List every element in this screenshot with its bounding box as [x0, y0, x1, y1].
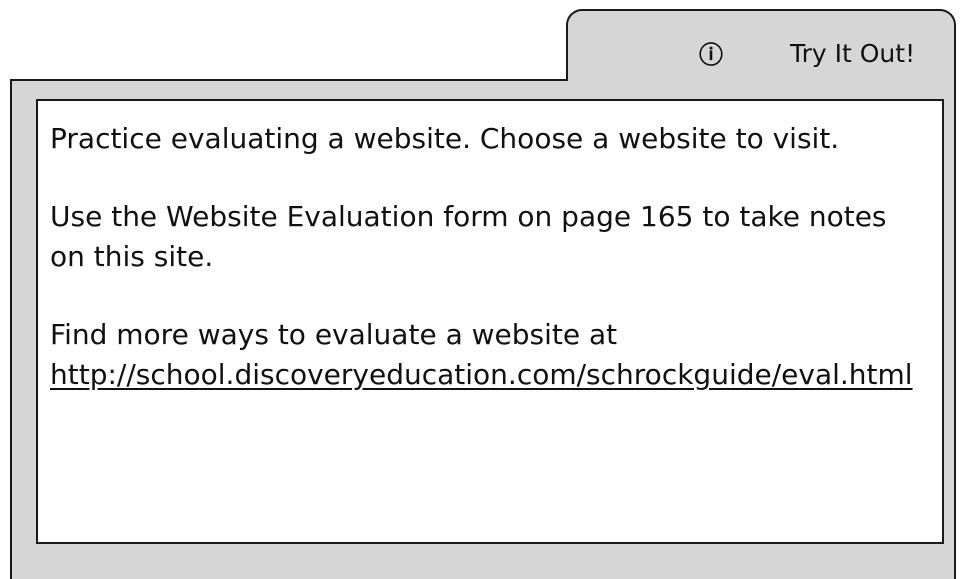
- instruction-paragraph-3: Find more ways to evaluate a website at …: [50, 315, 930, 395]
- instruction-paragraph-1: Practice evaluating a website. Choose a …: [50, 122, 840, 155]
- instructions-box: Practice evaluating a website. Choose a …: [36, 99, 944, 544]
- evaluation-link[interactable]: http://school.discoveryeducation.com/sch…: [50, 358, 913, 391]
- info-icon: ⓘ: [699, 41, 723, 69]
- tab-title: Try It Out!: [790, 39, 916, 68]
- tab-panel-join: [568, 76, 954, 84]
- instruction-paragraph-2: Use the Website Evaluation form on page …: [50, 200, 887, 273]
- instruction-paragraph-3-text: Find more ways to evaluate a website at: [50, 318, 618, 351]
